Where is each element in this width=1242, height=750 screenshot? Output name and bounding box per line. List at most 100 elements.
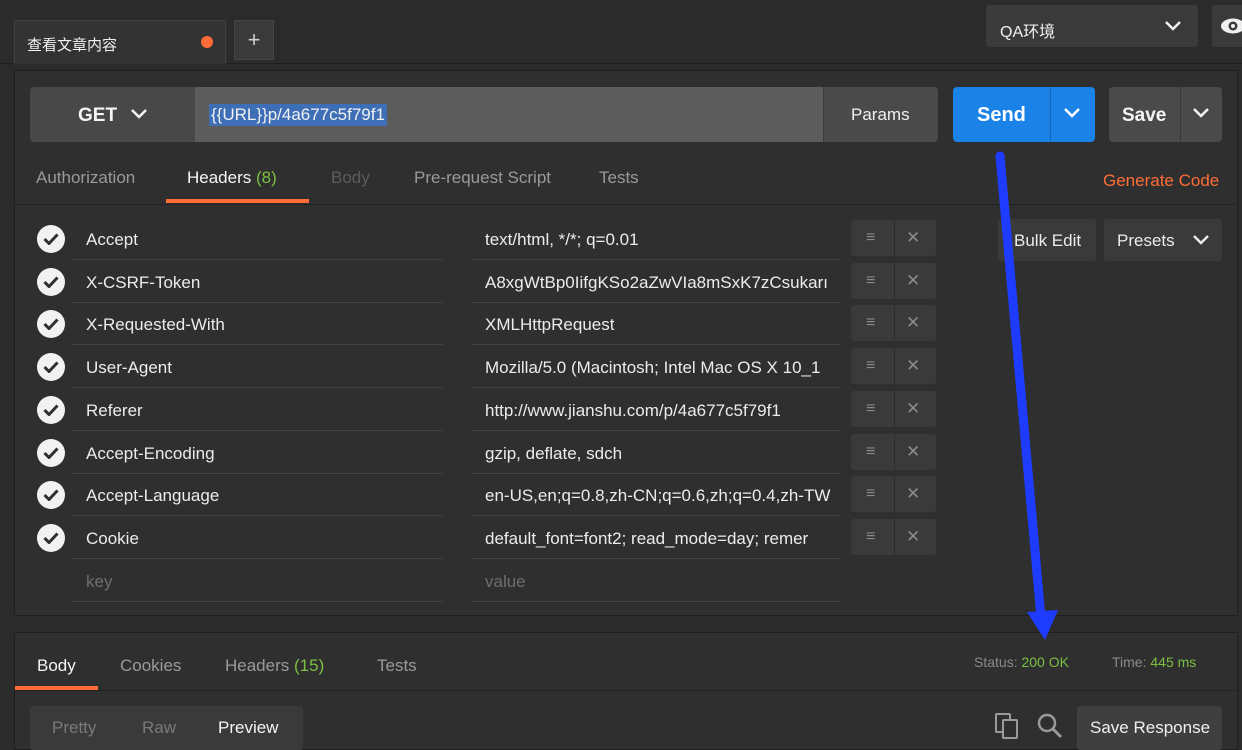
params-button[interactable]: Params [823,87,938,142]
environment-select[interactable]: QA环境 [986,5,1198,47]
header-row-new: key value [30,560,940,603]
header-value-field[interactable]: text/html, */*; q=0.01 [471,218,840,260]
header-key-field[interactable]: User-Agent [72,346,443,389]
check-icon [43,446,59,459]
new-tab-button[interactable]: + [234,20,274,60]
header-enabled-checkbox[interactable] [37,225,65,253]
response-tab-tests[interactable]: Tests [377,656,417,676]
method-select[interactable]: GET [30,87,195,142]
tab-tests[interactable]: Tests [599,168,639,188]
close-icon[interactable]: ✕ [906,442,920,462]
header-key: Accept [86,230,138,249]
drag-handle-icon[interactable]: ≡ [866,357,875,375]
check-icon [43,489,59,502]
header-row: X-CSRF-Token A8xgWtBp0IifgKSo2aZwVIa8mSxK… [30,261,940,304]
send-label: Send [977,104,1026,126]
response-tab-body[interactable]: Body [37,656,76,676]
search-icon[interactable] [1036,712,1064,740]
header-enabled-checkbox[interactable] [37,353,65,382]
close-icon[interactable]: ✕ [906,271,920,291]
header-row-controls: ≡ ✕ [851,305,936,342]
header-key-field[interactable]: Referer [72,389,443,431]
header-row: User-Agent Mozilla/5.0 (Macintosh; Intel … [30,346,940,389]
header-value-field[interactable]: A8xgWtBp0IifgKSo2aZwVIa8mSxK7zCsukarı [471,261,840,303]
drag-handle-icon[interactable]: ≡ [866,229,875,247]
header-enabled-checkbox[interactable] [37,267,65,296]
tab-headers-label: Headers [187,168,252,187]
header-enabled-checkbox[interactable] [37,523,65,552]
header-value: A8xgWtBp0IifgKSo2aZwVIa8mSxK7zCsukarı [485,272,828,292]
chevron-down-icon[interactable] [1192,107,1210,119]
tab-pre-request-script[interactable]: Pre-request Script [414,168,551,188]
control-divider [894,433,895,470]
header-key-field[interactable]: Cookie [72,517,443,559]
url-input[interactable]: {{URL}}p/4a677c5f79f1 [195,87,823,142]
save-divider [1180,87,1181,142]
control-divider [894,390,895,427]
new-header-value-input[interactable]: value [471,560,840,602]
drag-handle-icon[interactable]: ≡ [866,272,875,290]
close-icon[interactable]: ✕ [906,356,920,376]
view-raw[interactable]: Raw [142,718,176,738]
header-key: Accept-Encoding [86,443,215,463]
header-value: default_font=font2; read_mode=day; remer [485,528,809,548]
header-row-controls: ≡ ✕ [851,220,936,256]
check-icon [43,404,59,416]
drag-handle-icon[interactable]: ≡ [866,400,875,418]
header-key-field[interactable]: Accept [72,218,443,260]
header-key-field[interactable]: Accept-Language [72,474,443,517]
header-enabled-checkbox[interactable] [37,310,65,339]
drag-handle-icon[interactable]: ≡ [866,314,875,332]
environment-quick-look-button[interactable] [1212,5,1242,47]
drag-handle-icon[interactable]: ≡ [866,485,875,503]
send-button[interactable]: Send [953,87,1095,142]
header-value-field[interactable]: default_font=font2; read_mode=day; remer [471,517,840,559]
bulk-edit-button[interactable]: Bulk Edit [998,219,1096,261]
header-row-controls: ≡ ✕ [851,348,936,385]
close-icon[interactable]: ✕ [906,228,920,248]
chevron-down-icon[interactable] [1063,107,1081,119]
header-value: gzip, deflate, sdch [485,443,623,463]
save-button[interactable]: Save [1109,87,1222,142]
request-tab[interactable]: 查看文章内容 [14,20,226,64]
status-value: 200 OK [1021,654,1069,670]
header-enabled-checkbox[interactable] [37,395,65,424]
drag-handle-icon[interactable]: ≡ [866,443,875,461]
tab-authorization[interactable]: Authorization [36,168,135,188]
header-value-field[interactable]: en-US,en;q=0.8,zh-CN;q=0.6,zh;q=0.4,zh-T… [471,474,840,517]
copy-icon[interactable] [994,712,1020,740]
tab-headers[interactable]: Headers (8) [187,168,277,188]
presets-button[interactable]: Presets [1104,219,1222,261]
header-value-field[interactable]: Mozilla/5.0 (Macintosh; Intel Mac OS X 1… [471,346,840,389]
header-enabled-checkbox[interactable] [37,438,65,467]
control-divider [894,305,895,342]
header-key-field[interactable]: Accept-Encoding [72,432,443,474]
close-icon[interactable]: ✕ [906,313,920,333]
header-row-controls: ≡ ✕ [851,262,936,299]
header-value-field[interactable]: XMLHttpRequest [471,303,840,346]
view-preview[interactable]: Preview [218,718,278,738]
bulk-edit-label: Bulk Edit [1014,231,1082,250]
header-value-field[interactable]: gzip, deflate, sdch [471,432,840,474]
drag-handle-icon[interactable]: ≡ [866,528,875,546]
header-key: X-Requested-With [86,315,225,335]
header-key-field[interactable]: X-CSRF-Token [72,261,443,303]
header-enabled-checkbox[interactable] [37,481,65,510]
close-icon[interactable]: ✕ [906,527,920,547]
view-pretty[interactable]: Pretty [52,718,96,738]
status-label: Status: [974,654,1018,670]
response-tab-headers[interactable]: Headers (15) [225,656,324,676]
generate-code-link[interactable]: Generate Code [1103,171,1219,191]
tab-body[interactable]: Body [331,168,370,188]
save-response-button[interactable]: Save Response [1077,706,1222,750]
close-icon[interactable]: ✕ [906,484,920,504]
new-header-key-input[interactable]: key [72,560,443,602]
check-icon [43,233,59,245]
header-value: http://www.jianshu.com/p/4a677c5f79f1 [485,400,781,420]
header-value-field[interactable]: http://www.jianshu.com/p/4a677c5f79f1 [471,389,840,431]
close-icon[interactable]: ✕ [906,399,920,419]
header-key: X-CSRF-Token [86,272,201,292]
header-key-field[interactable]: X-Requested-With [72,303,443,346]
save-response-label: Save Response [1090,718,1211,737]
response-tab-cookies[interactable]: Cookies [120,656,181,676]
